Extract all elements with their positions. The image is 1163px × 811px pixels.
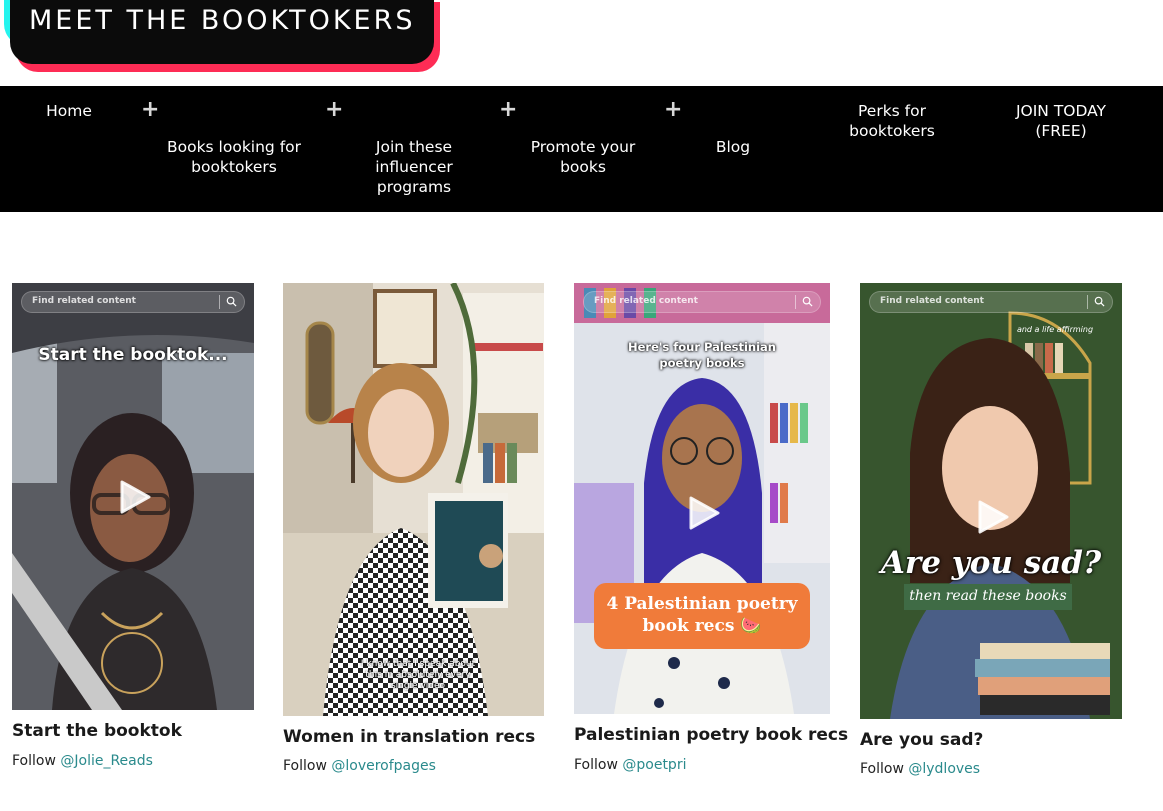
creator-handle-link[interactable]: @poetpri (622, 757, 686, 773)
nav-home-expand-icon[interactable]: + (141, 99, 159, 121)
follow-label: Follow (860, 761, 904, 777)
creator-handle-link[interactable]: @loverofpages (331, 758, 436, 774)
nav-promote-books[interactable]: Promote your books (528, 137, 638, 177)
nav-join-expand-icon[interactable]: + (499, 99, 517, 121)
follow-line: Follow @lydloves (860, 761, 980, 777)
main-nav: Home + Books looking for booktokers + Jo… (0, 86, 1163, 212)
video-card: I know that I speak about this in absolu… (283, 283, 544, 783)
search-divider (1087, 295, 1088, 309)
nav-books-looking[interactable]: Books looking for booktokers (164, 137, 304, 177)
play-icon[interactable] (976, 499, 1010, 535)
video-banner-text: 4 Palestinian poetry book recs 🍉 (606, 594, 798, 636)
follow-line: Follow @poetpri (574, 757, 686, 773)
search-icon (802, 296, 813, 307)
follow-line: Follow @Jolie_Reads (12, 753, 153, 769)
video-overlay-caption: Start the booktok... (38, 345, 228, 365)
search-placeholder: Find related content (32, 296, 136, 306)
play-icon[interactable] (687, 495, 721, 531)
creator-handle-link[interactable]: @Jolie_Reads (60, 753, 153, 769)
video-overlay-caption: I know that I speak about this in absolu… (360, 659, 476, 691)
site-logo[interactable]: MEET THE BOOKTOKERS (0, 0, 445, 78)
video-overlay-caption: Here's four Palestinian poetry books (627, 340, 776, 370)
video-overlay-top-caption: and a life affirming (1016, 325, 1094, 334)
search-icon (226, 296, 237, 307)
follow-label: Follow (12, 753, 56, 769)
nav-join-today[interactable]: JOIN TODAY (FREE) (1006, 101, 1116, 141)
video-overlay-caption: Are you sad? (880, 545, 1102, 581)
nav-books-expand-icon[interactable]: + (325, 99, 343, 121)
video-title[interactable]: Start the booktok (12, 721, 182, 741)
search-placeholder: Find related content (880, 296, 984, 306)
video-card: Find related content Here's four Palesti… (574, 283, 848, 783)
video-card: Find related content and a life affirmin… (860, 283, 1122, 783)
play-icon[interactable] (118, 479, 152, 515)
nav-perks[interactable]: Perks for booktokers (840, 101, 944, 141)
search-icon (1094, 296, 1105, 307)
follow-label: Follow (283, 758, 327, 774)
follow-line: Follow @loverofpages (283, 758, 436, 774)
nav-blog[interactable]: Blog (708, 137, 758, 157)
logo-text: MEET THE BOOKTOKERS (29, 5, 416, 36)
video-title[interactable]: Palestinian poetry book recs (574, 725, 848, 745)
video-card: Find related content Start the booktok..… (12, 283, 254, 783)
find-related-search[interactable]: Find related content (869, 291, 1113, 313)
room-scene-image (283, 283, 544, 716)
video-thumbnail[interactable]: Find related content Here's four Palesti… (574, 283, 830, 714)
nav-promote-expand-icon[interactable]: + (664, 99, 682, 121)
nav-join-programs[interactable]: Join these influencer programs (366, 137, 462, 197)
creator-handle-link[interactable]: @lydloves (908, 761, 980, 777)
search-divider (795, 295, 796, 309)
video-thumbnail[interactable]: Find related content and a life affirmin… (860, 283, 1122, 719)
find-related-search[interactable]: Find related content (583, 291, 821, 313)
video-title[interactable]: Are you sad? (860, 730, 983, 750)
nav-home[interactable]: Home (38, 101, 100, 121)
video-thumbnail[interactable]: I know that I speak about this in absolu… (283, 283, 544, 716)
search-placeholder: Find related content (594, 296, 698, 306)
search-divider (219, 295, 220, 309)
video-thumbnail[interactable]: Find related content Start the booktok..… (12, 283, 254, 710)
video-overlay-subcaption: then read these books (909, 588, 1067, 604)
find-related-search[interactable]: Find related content (21, 291, 245, 313)
video-title[interactable]: Women in translation recs (283, 727, 535, 747)
follow-label: Follow (574, 757, 618, 773)
